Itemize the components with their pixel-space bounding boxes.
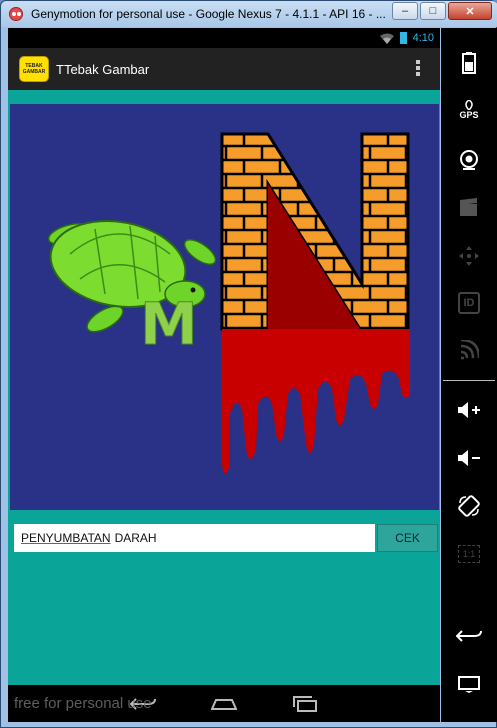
side-back-icon[interactable] [441,616,497,656]
app-logo[interactable]: TEBAK GAMBAR [19,56,49,82]
android-screen: 4:10 TEBAK GAMBAR TTebak Gambar M PENYUM… [8,28,440,722]
battery-icon [399,32,407,44]
minimize-button[interactable]: – [392,2,418,20]
overflow-menu-icon[interactable] [416,60,420,76]
device-id-widget-icon[interactable]: ID [441,283,497,323]
answer-row: PENYUMBATAN DARAH CEK [14,524,438,552]
puzzle-letter-m: M [140,290,198,358]
cast-widget-icon[interactable] [441,330,497,370]
status-time: 4:10 [412,32,434,44]
home-icon[interactable] [211,697,237,711]
answer-word-2: DARAH [114,531,157,545]
answer-input[interactable]: PENYUMBATAN DARAH [14,524,375,552]
ratio-label: 1:1 [457,545,481,563]
gps-label: GPS [459,110,479,120]
puzzle-image: M [10,104,439,510]
maximize-button[interactable]: □ [420,2,446,20]
status-bar: 4:10 [8,28,440,48]
logo-line2: GAMBAR [22,69,46,75]
side-menu-icon[interactable] [441,664,497,704]
window-titlebar[interactable]: Genymotion for personal use - Google Nex… [1,1,497,27]
wifi-icon [379,33,394,44]
close-button[interactable]: ✕ [448,2,492,20]
app-title: TTebak Gambar [56,61,150,77]
volume-up-icon[interactable] [441,390,497,430]
watermark-text: free for personal use [14,695,152,712]
gps-widget-icon[interactable]: GPS [441,90,497,130]
pixel-perfect-icon[interactable]: 1:1 [441,534,497,574]
rotate-icon[interactable] [441,486,497,526]
genymotion-icon [9,7,23,21]
puzzle-illustration: M [47,132,410,474]
side-separator [443,380,495,381]
answer-word-1: PENYUMBATAN [21,531,111,545]
volume-down-icon[interactable] [441,438,497,478]
window-title: Genymotion for personal use - Google Nex… [31,7,386,21]
genymotion-side-toolbar: GPS ID 1:1 [441,28,497,722]
id-label: ID [458,292,480,314]
window-controls: – □ ✕ [392,2,492,20]
emulator-window: Genymotion for personal use - Google Nex… [0,0,497,728]
game-content: M PENYUMBATAN DARAH CEK [8,90,440,685]
dpad-widget-icon[interactable] [441,236,497,276]
recent-apps-icon[interactable] [292,695,318,712]
video-widget-icon[interactable] [441,188,497,228]
camera-widget-icon[interactable] [441,140,497,180]
cek-button[interactable]: CEK [377,524,438,552]
action-bar: TEBAK GAMBAR TTebak Gambar [8,48,440,90]
battery-widget-icon[interactable] [441,43,497,83]
